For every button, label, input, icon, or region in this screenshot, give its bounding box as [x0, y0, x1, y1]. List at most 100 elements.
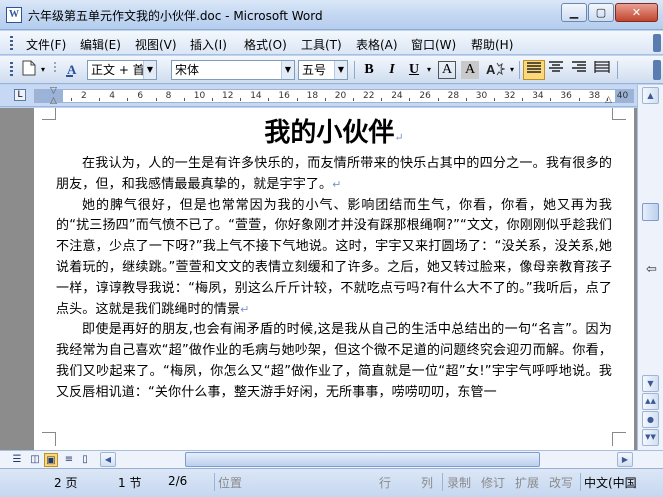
ruler-tick — [127, 98, 129, 101]
distributed-align-button[interactable] — [592, 60, 612, 80]
toolbar-separator — [519, 61, 520, 79]
status-section[interactable]: 1 节 — [118, 474, 141, 491]
character-border-button[interactable]: A — [438, 61, 456, 79]
next-page-icon[interactable]: ▼▼ — [642, 429, 659, 446]
previous-page-icon[interactable]: ▲▲ — [642, 393, 659, 410]
underline-dropdown-icon[interactable]: ▾ — [424, 60, 434, 80]
status-extend[interactable]: 扩展 — [515, 474, 539, 491]
ruler-tick — [183, 98, 185, 101]
status-line[interactable]: 行 — [379, 474, 391, 491]
status-column[interactable]: 列 — [421, 474, 433, 491]
reading-layout-view-icon[interactable]: ▯ — [78, 453, 92, 467]
text-effects-dropdown-icon[interactable]: ▾ — [507, 60, 517, 80]
minimize-button[interactable]: ▁ — [561, 3, 587, 22]
menu-options-handle[interactable] — [653, 34, 661, 52]
style-combo[interactable]: 正文 + 首行 ▼ — [87, 60, 157, 80]
paragraph[interactable]: 她的脾气很好，但是也常常因为我的小气、影响团结而生气，你看，你看，她又再为我的“… — [56, 196, 612, 321]
text-effects-icon[interactable]: A — [484, 60, 506, 80]
first-line-indent-marker[interactable]: ▽ — [50, 86, 57, 96]
menu-table[interactable]: 表格(A) — [356, 36, 398, 53]
toolbar-options-handle[interactable] — [653, 60, 661, 80]
chevron-down-icon[interactable]: ▼ — [334, 61, 347, 79]
align-justify-button[interactable] — [523, 60, 545, 80]
menu-file[interactable]: 文件(F) — [26, 36, 66, 53]
chevron-down-icon[interactable]: ▼ — [281, 61, 294, 79]
ruler-number: 6 — [137, 91, 144, 101]
toolbar-grip-handle[interactable] — [10, 62, 13, 78]
styles-and-formatting-icon[interactable]: A — [64, 60, 84, 80]
hanging-indent-marker[interactable]: △ — [50, 96, 57, 106]
menu-grip-handle[interactable] — [10, 36, 13, 50]
bold-button[interactable]: B — [360, 60, 378, 80]
menu-edit[interactable]: 编辑(E) — [80, 36, 121, 53]
horizontal-scroll-thumb[interactable] — [185, 452, 540, 467]
align-right-button[interactable] — [569, 60, 589, 80]
svg-text:A: A — [67, 62, 77, 77]
status-language[interactable]: 中文(中国 — [584, 474, 637, 491]
ruler-tick — [465, 98, 467, 101]
character-shading-button[interactable]: A — [461, 61, 479, 79]
outline-view-icon[interactable]: ≡ — [62, 453, 76, 467]
ruler-tick — [99, 98, 101, 101]
tab-selector-button[interactable]: L — [14, 89, 26, 101]
scroll-right-icon[interactable]: ▶ — [617, 452, 633, 467]
maximize-button[interactable]: ▢ — [588, 3, 614, 22]
paragraph[interactable]: 在我认为，人的一生是有许多快乐的，而友情所带来的快乐占其中的四分之一。我有很多的… — [56, 154, 612, 196]
horizontal-scroll-row: ☰ ◫ ▣ ≡ ▯ ◀ ▶ — [0, 450, 663, 468]
status-page-of[interactable]: 2/6 — [168, 474, 187, 488]
align-right-icon — [572, 61, 586, 72]
align-center-button[interactable] — [546, 60, 566, 80]
font-combo-value: 宋体 — [175, 63, 200, 77]
ruler-tick — [522, 98, 524, 101]
ruler-number: 28 — [447, 91, 460, 101]
menu-window[interactable]: 窗口(W) — [411, 36, 456, 53]
chevron-down-icon[interactable]: ▼ — [143, 61, 156, 79]
font-size-combo[interactable]: 五号 ▼ — [298, 60, 348, 80]
word-app-icon[interactable]: W — [6, 7, 22, 23]
close-button[interactable]: ✕ — [615, 3, 658, 22]
scroll-down-icon[interactable]: ▼ — [642, 375, 659, 392]
document-body[interactable]: 在我认为，人的一生是有许多快乐的，而友情所带来的快乐占其中的四分之一。我有很多的… — [56, 154, 612, 404]
new-document-dropdown-icon[interactable]: ▾ — [38, 60, 48, 80]
menu-tools[interactable]: 工具(T) — [301, 36, 342, 53]
scroll-left-icon[interactable]: ◀ — [100, 452, 116, 467]
ruler-tick — [352, 98, 354, 101]
status-page[interactable]: 2 页 — [54, 474, 77, 491]
web-layout-view-icon[interactable]: ◫ — [28, 453, 42, 467]
ruler-tick — [493, 98, 495, 101]
status-overtype[interactable]: 改写 — [549, 474, 573, 491]
status-record[interactable]: 录制 — [447, 474, 471, 491]
horizontal-ruler[interactable]: 2 4 6 8 10 12 14 16 18 20 22 24 26 28 30 32 34 36 38 40 — [34, 89, 634, 103]
status-position[interactable]: 位置 — [218, 474, 242, 491]
ruler-number: 22 — [363, 91, 375, 101]
menu-insert[interactable]: 插入(I) — [190, 36, 227, 53]
paragraph-text: 她的脾气很好，但是也常常因为我的小气、影响团结而生气，你看，你看，她又再为我的“… — [56, 197, 612, 317]
new-document-icon[interactable] — [20, 60, 38, 80]
vertical-scroll-thumb[interactable] — [642, 203, 659, 221]
italic-button[interactable]: I — [383, 60, 401, 80]
svg-text:A: A — [486, 62, 496, 77]
document-page[interactable]: 我的小伙伴↵ 在我认为，人的一生是有许多快乐的，而友情所带来的快乐占其中的四分之… — [34, 108, 634, 450]
ruler-number: 12 — [222, 91, 234, 101]
scroll-up-icon[interactable]: ▲ — [642, 87, 659, 104]
ruler-number: 26 — [419, 91, 431, 101]
ruler-number: 2 — [81, 91, 87, 101]
right-indent-marker[interactable]: △ — [605, 95, 612, 105]
margin-corner-mark — [42, 432, 56, 446]
font-combo[interactable]: 宋体 ▼ — [171, 60, 295, 80]
document-title[interactable]: 我的小伙伴↵ — [34, 116, 634, 155]
ruler-tick — [70, 98, 72, 101]
distributed-align-icon — [594, 61, 610, 73]
menu-view[interactable]: 视图(V) — [135, 36, 177, 53]
normal-view-icon[interactable]: ☰ — [10, 453, 24, 467]
document-area[interactable]: 我的小伙伴↵ 在我认为，人的一生是有许多快乐的，而友情所带来的快乐占其中的四分之… — [0, 108, 637, 450]
toolbar-separator-grip — [54, 60, 58, 80]
select-browse-object-icon[interactable]: ● — [642, 411, 659, 428]
menu-help[interactable]: 帮助(H) — [471, 36, 513, 53]
document-title-text: 我的小伙伴 — [264, 118, 395, 148]
underline-button[interactable]: U — [405, 60, 423, 80]
status-track-changes[interactable]: 修订 — [481, 474, 505, 491]
menu-format[interactable]: 格式(O) — [244, 36, 287, 53]
paragraph[interactable]: 即使是再好的朋友,也会有闹矛盾的时候,这是我从自己的生活中总结出的一句“名言”。… — [56, 320, 612, 403]
print-layout-view-icon[interactable]: ▣ — [44, 453, 58, 467]
